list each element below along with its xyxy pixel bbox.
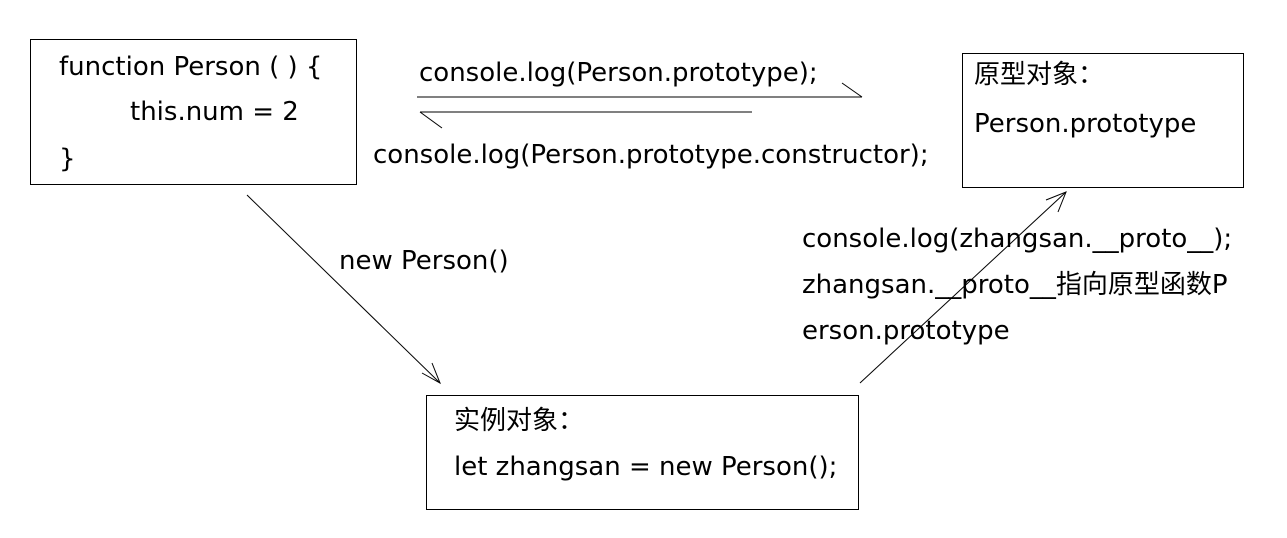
instance-title: 实例对象： [454, 406, 585, 436]
prototype-name: Person.prototype [974, 109, 1197, 139]
instance-object-box: 实例对象： let zhangsan = new Person(); [426, 395, 859, 510]
new-arrow-shaft [246, 194, 441, 384]
prototype-arrow-label: console.log(Person.prototype); [419, 58, 818, 88]
function-line-2: this.num = 2 [130, 97, 299, 127]
prototype-title: 原型对象： [974, 60, 1105, 90]
constructor-arrow-label: console.log(Person.prototype.constructor… [373, 140, 929, 170]
prototype-object-box: 原型对象： Person.prototype [962, 53, 1244, 188]
instance-code: let zhangsan = new Person(); [454, 452, 838, 482]
function-line-1: function Person ( ) { [59, 52, 323, 82]
function-line-3: } [59, 144, 76, 174]
diagram-canvas: function Person ( ) { this.num = 2 } 原型对… [0, 0, 1287, 538]
constructor-arrow-head [419, 111, 443, 129]
prototype-arrow-head [841, 82, 863, 98]
new-person-label: new Person() [339, 246, 509, 276]
proto-label-line-2: zhangsan.__proto__指向原型函数P [802, 270, 1228, 300]
proto-label-line-3: erson.prototype [802, 316, 1010, 346]
proto-label-line-1: console.log(zhangsan.__proto__); [802, 224, 1233, 254]
constructor-function-box: function Person ( ) { this.num = 2 } [30, 39, 357, 185]
